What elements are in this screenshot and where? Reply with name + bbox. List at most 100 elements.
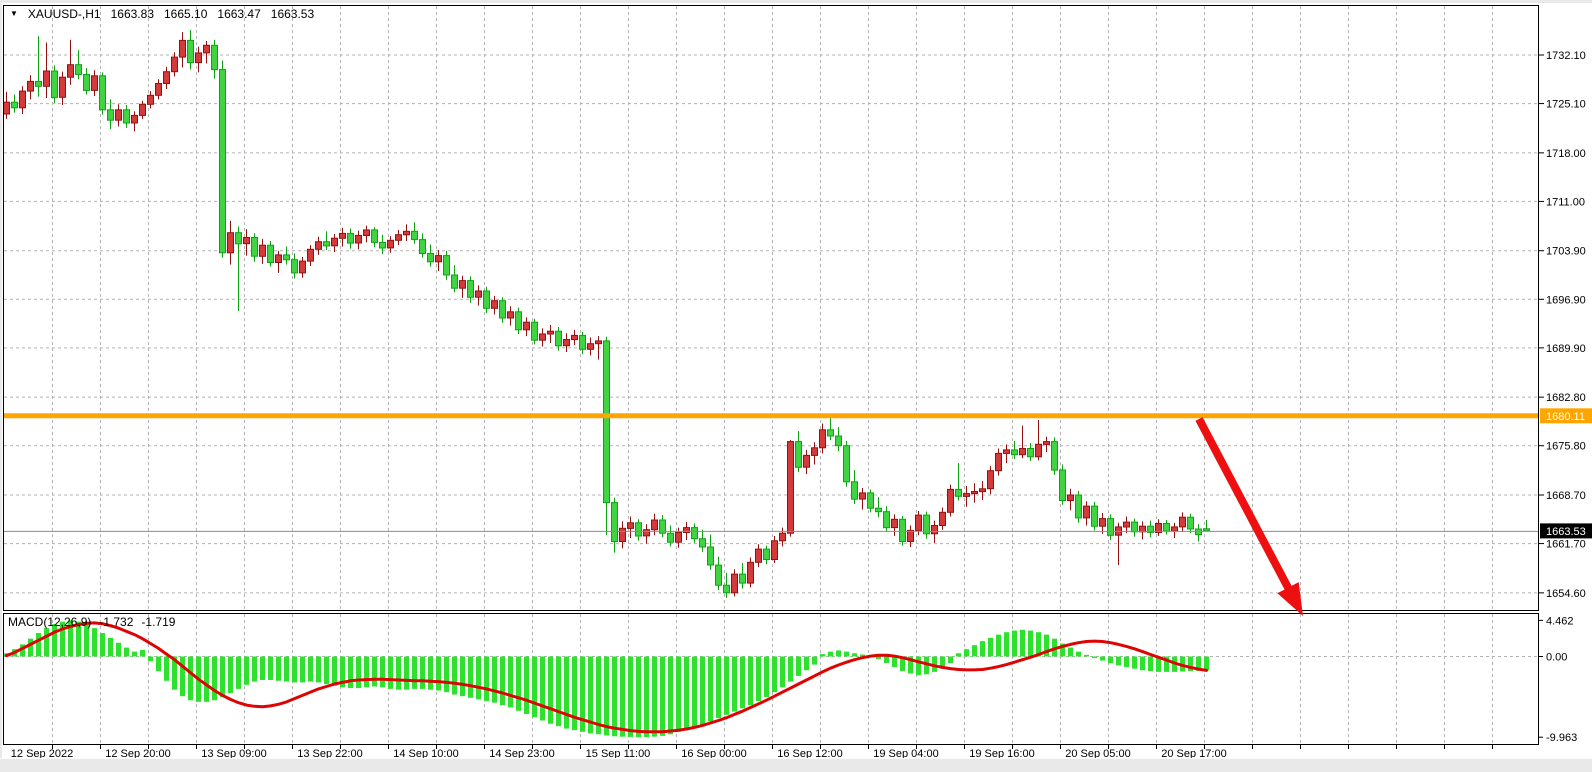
candle-body [12,102,18,108]
candle-body [252,238,258,257]
candle-body [956,489,962,496]
candle-body [628,523,634,529]
window-bottom-edge [0,758,1592,772]
macd-bar [316,657,321,683]
macd-bar [692,657,697,727]
candle-body [820,430,826,448]
candle-body [748,562,754,583]
macd-bar [964,649,969,656]
candle-body [204,45,210,53]
macd-bar [972,645,977,656]
candle-body [1044,442,1050,445]
candle-body [516,312,522,330]
candle-body [172,57,178,72]
macd-bar [988,638,993,657]
candle-body [100,76,106,110]
candle-body [940,512,946,525]
ohlc-high: 1665.10 [164,7,207,21]
macd-bar [204,657,209,702]
mt4-chart-window: 1732.101725.101718.001711.001703.901696.… [0,0,1592,772]
candle-body [876,508,882,512]
macd-bar [108,638,113,657]
candle-body [316,242,322,250]
macd-bar [500,657,505,706]
candle-body [788,442,794,534]
macd-bar [820,654,825,656]
macd-bar [100,633,105,656]
candle-body [508,312,514,318]
macd-bar [188,657,193,701]
macd-indicator-label: MACD(12,26,9) -1.732 -1.719 [8,615,175,629]
macd-bar [1028,631,1033,657]
macd-axis-label: 0.00 [1546,652,1567,664]
price-tick-label: 1732.10 [1546,50,1586,62]
macd-bar [724,657,729,715]
candle-body [444,256,450,275]
candle-body [124,110,130,123]
macd-bar [284,657,289,682]
main-chart-border [4,6,1539,611]
macd-bar [332,657,337,686]
macd-bar [828,652,833,657]
candle-body [404,231,410,235]
candle-body [1092,506,1098,526]
candle-body [348,233,354,243]
macd-bar [652,657,657,737]
macd-name: MACD(12,26,9) [8,615,91,629]
price-tick-label: 1696.90 [1546,294,1586,306]
candle-body [1068,495,1074,501]
candle-body [476,291,482,297]
candle-body [636,523,642,536]
macd-bar [956,653,961,656]
macd-panel-border [4,614,1539,745]
candle-body [1084,506,1090,518]
candle-body [580,335,586,349]
candle-body [740,574,746,583]
macd-bar [324,657,329,685]
candle-body [28,81,34,91]
macd-bar [764,657,769,698]
macd-bar [772,657,777,693]
price-tick-label: 1675.80 [1546,441,1586,453]
candle-body [324,242,330,246]
candle-body [436,256,442,262]
candle-body [996,453,1002,470]
macd-bar [668,657,673,735]
macd-signal-value: -1.719 [141,615,175,629]
price-tick-label: 1654.60 [1546,588,1586,600]
candle-body [412,231,418,239]
candle-body [388,240,394,248]
candle-body [356,235,362,243]
macd-bar [292,657,297,683]
candle-body [284,255,290,260]
macd-bar [1084,655,1089,657]
candle-body [132,115,138,123]
candle-body [764,549,770,559]
candle-body [396,235,402,241]
chevron-down-icon[interactable]: ▼ [10,8,18,20]
candle-body [564,340,570,346]
macd-bar [844,652,849,657]
candle-body [244,238,250,244]
candle-body [948,489,954,512]
macd-bar [460,657,465,697]
candle-body [532,322,538,340]
price-chart-canvas[interactable]: 1732.101725.101718.001711.001703.901696.… [0,0,1592,772]
candle-body [860,493,866,499]
candle-body [484,291,490,308]
candle-body [452,275,458,288]
price-axis: 1732.101725.101718.001711.001703.901696.… [1538,50,1592,744]
macd-bar [412,657,417,689]
macd-bar [532,657,537,718]
macd-bar [444,657,449,693]
macd-bar [716,657,721,719]
macd-axis-label: 4.462 [1546,615,1574,627]
candle-body [1012,450,1018,455]
macd-bar [36,633,41,656]
ohlc-low: 1663.47 [217,7,260,21]
candle-body [988,471,994,489]
macd-bar [44,628,49,656]
candle-body [548,331,554,334]
macd-bar [756,657,761,702]
candle-body [708,547,714,565]
